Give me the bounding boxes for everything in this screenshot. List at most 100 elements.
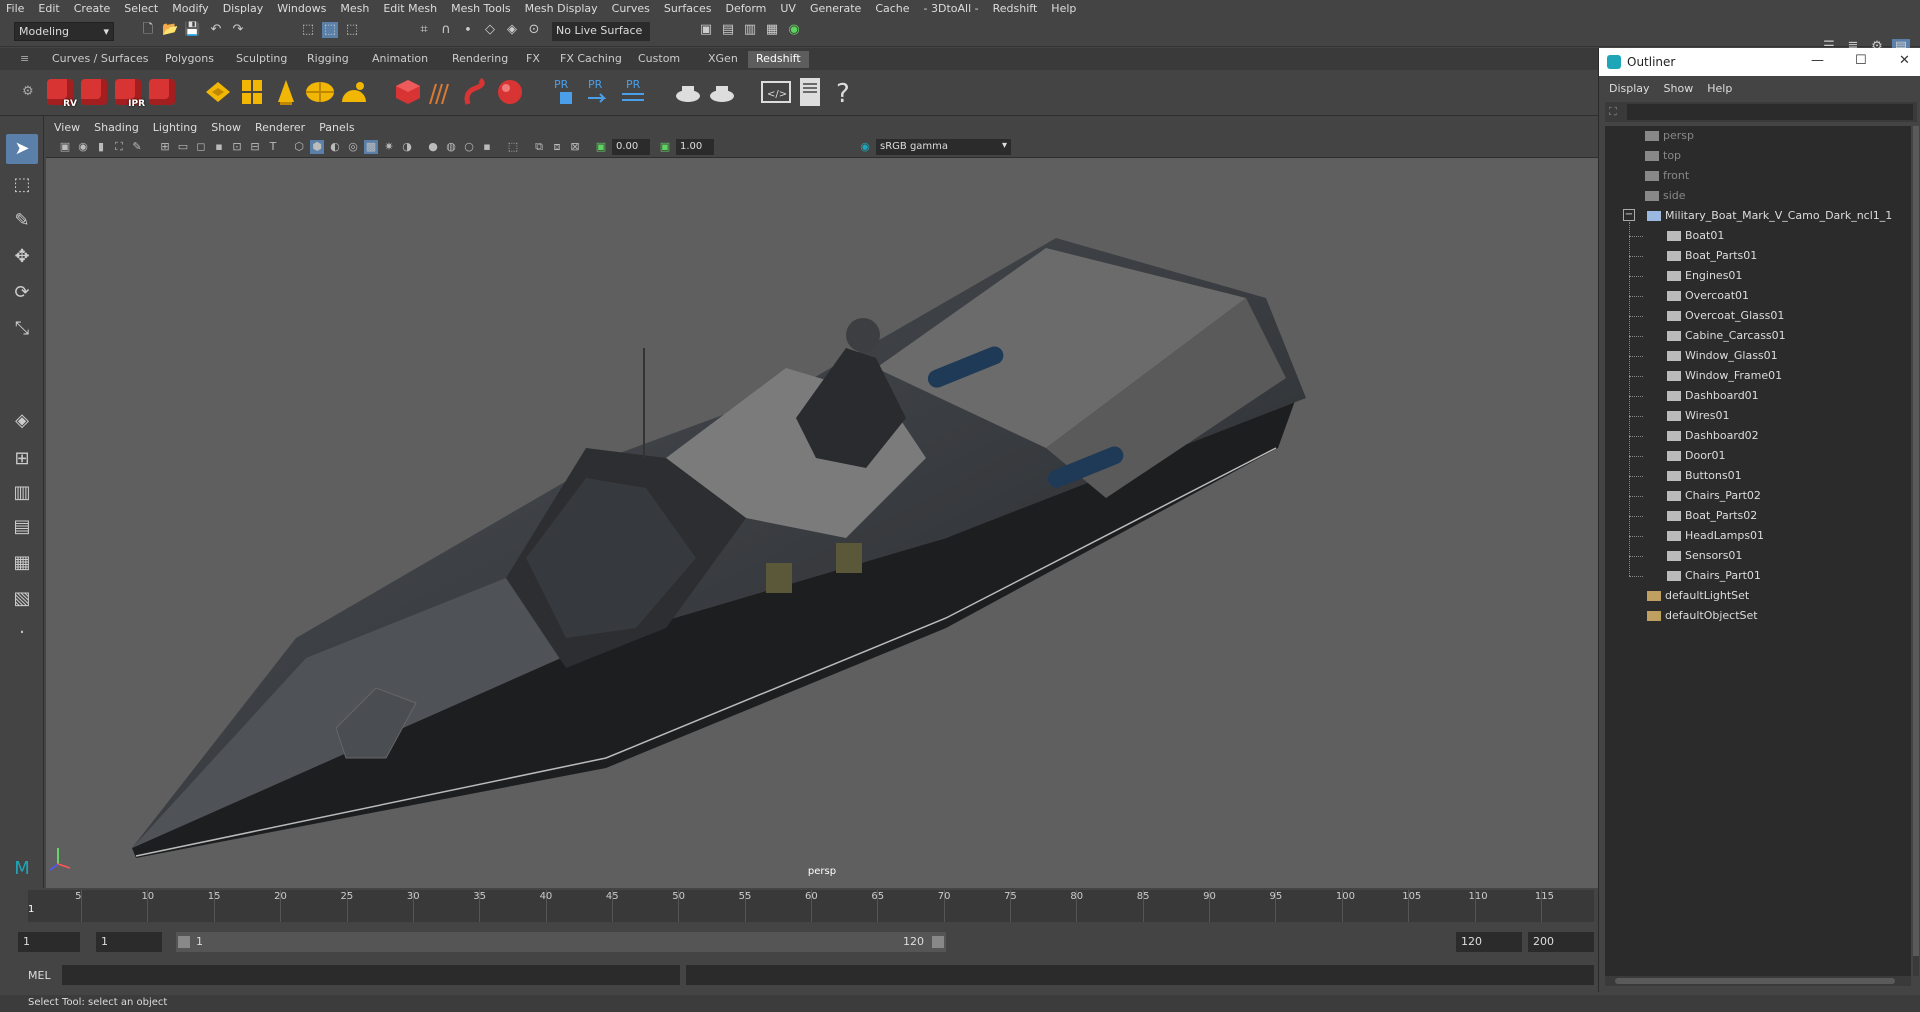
menu-create[interactable]: Create — [74, 2, 111, 15]
menu-display[interactable]: Display — [223, 2, 264, 15]
outliner-vscroll-thumb[interactable] — [1913, 126, 1919, 956]
shelf-menu-icon[interactable]: ≡ — [20, 52, 29, 65]
gamma-icon[interactable]: ▣ — [658, 140, 672, 154]
graph-layout-icon[interactable]: ▦ — [6, 548, 38, 578]
rs-teapot-icon[interactable] — [672, 76, 704, 108]
hypershade-layout-icon[interactable]: ▧ — [6, 584, 38, 614]
outliner-set-item[interactable]: defaultLightSet — [1647, 586, 1749, 606]
scale-tool-icon[interactable]: ⤡ — [6, 314, 38, 344]
outliner-camera-item[interactable]: persp — [1645, 126, 1694, 146]
minimize-icon[interactable]: — — [1811, 53, 1824, 68]
outliner-hscrollbar[interactable] — [1605, 976, 1911, 986]
menu-select[interactable]: Select — [124, 2, 158, 15]
rs-log-icon[interactable] — [794, 76, 826, 108]
rs-proxy-swap-icon[interactable]: PR — [618, 76, 650, 108]
select-tool-icon[interactable]: ➤ — [6, 134, 38, 164]
use-default-material-icon[interactable]: ◐ — [328, 140, 342, 154]
outliner-vscrollbar[interactable] — [1913, 126, 1919, 976]
two-view-layout-icon[interactable]: ▥ — [6, 478, 38, 508]
shelf-tab-redshift[interactable]: Redshift — [748, 51, 809, 68]
snap-curve-icon[interactable]: ∩ — [438, 22, 454, 38]
rs-render-view-icon[interactable]: RV — [44, 76, 77, 109]
rs-volume-icon[interactable] — [426, 76, 458, 108]
menu-redshift[interactable]: Redshift — [993, 2, 1038, 15]
redo-icon[interactable]: ↷ — [230, 22, 246, 38]
rs-dome-light-icon[interactable] — [304, 76, 336, 108]
rs-script-icon[interactable]: </> — [760, 76, 792, 108]
menu-surfaces[interactable]: Surfaces — [664, 2, 712, 15]
time-slider[interactable]: 1 5 10 15 20 25 30 35 40 45 50 55 60 65 70 75 80 85 90 95 1… — [0, 888, 1598, 924]
outliner-camera-item[interactable]: top — [1645, 146, 1681, 166]
undo-icon[interactable]: ↶ — [208, 22, 224, 38]
shelf-tab-polygons[interactable]: Polygons — [157, 51, 222, 68]
rs-render-icon[interactable] — [78, 76, 110, 108]
motion-blur-icon[interactable]: ◍ — [444, 140, 458, 154]
paint-select-icon[interactable]: ✎ — [6, 206, 38, 236]
rs-settings-icon[interactable] — [146, 76, 178, 108]
depth-of-field-icon[interactable]: ▪ — [480, 140, 494, 154]
shelf-tab-fx-caching[interactable]: FX Caching — [552, 51, 630, 68]
single-perspective-layout-icon[interactable]: ◈ — [6, 406, 38, 436]
rs-ipr-icon[interactable]: IPR — [112, 76, 145, 109]
outliner-menu-display[interactable]: Display — [1609, 82, 1650, 95]
outliner-child-item[interactable]: HeadLamps01 — [1667, 526, 1764, 546]
xray-joints-icon[interactable]: ⊠ — [568, 140, 582, 154]
shelf-tab-curves-surfaces[interactable]: Curves / Surfaces — [44, 51, 157, 68]
shelf-tab-fx[interactable]: FX — [518, 51, 548, 68]
outliner-child-item[interactable]: Window_Frame01 — [1667, 366, 1782, 386]
outliner-child-item[interactable]: Dashboard01 — [1667, 386, 1759, 406]
playback-start-field[interactable]: 1 — [96, 932, 162, 952]
outliner-child-item[interactable]: Engines01 — [1667, 266, 1742, 286]
ipr-render-icon[interactable]: ▥ — [742, 22, 758, 38]
panel-menu-view[interactable]: View — [54, 121, 80, 134]
outliner-child-item[interactable]: Door01 — [1667, 446, 1725, 466]
wireframe-icon[interactable]: ⬡ — [292, 140, 306, 154]
rs-proxy-icon[interactable] — [392, 76, 424, 108]
time-ruler[interactable]: 1 5 10 15 20 25 30 35 40 45 50 55 60 65 70 75 80 85 90 95 1… — [28, 890, 1594, 922]
shelf-tab-xgen[interactable]: XGen — [700, 51, 746, 68]
rs-proxy-import-icon[interactable]: PR — [584, 76, 616, 108]
rs-area-light-icon[interactable] — [202, 76, 234, 108]
menu-windows[interactable]: Windows — [277, 2, 326, 15]
shelf-tab-custom[interactable]: Custom — [630, 51, 688, 68]
shelf-tab-animation[interactable]: Animation — [364, 51, 436, 68]
smooth-shade-icon[interactable]: ⬢ — [310, 140, 324, 154]
shelf-settings-icon[interactable]: ⚙ — [22, 84, 34, 99]
lasso-tool-icon[interactable]: ⬚ — [6, 170, 38, 200]
panel-menu-panels[interactable]: Panels — [319, 121, 354, 134]
textured-icon[interactable]: ▩ — [364, 140, 378, 154]
safe-title-icon[interactable]: T — [266, 140, 280, 154]
safe-action-icon[interactable]: ⊟ — [248, 140, 262, 154]
shadows-icon[interactable]: ◑ — [400, 140, 414, 154]
range-end-handle[interactable] — [932, 936, 944, 948]
camera-icon[interactable]: ▣ — [58, 140, 72, 154]
menu-deform[interactable]: Deform — [725, 2, 766, 15]
rs-teapot-mat-icon[interactable] — [706, 76, 738, 108]
close-icon[interactable]: ✕ — [1899, 53, 1910, 68]
expand-layouts-icon[interactable]: · — [6, 618, 38, 648]
outliner-child-item[interactable]: Boat_Parts02 — [1667, 506, 1757, 526]
snap-view-icon[interactable]: ◇ — [482, 22, 498, 38]
filter-icon[interactable]: ⛶ — [1609, 105, 1617, 119]
move-tool-icon[interactable]: ✥ — [6, 242, 38, 272]
outliner-tree[interactable]: persp top front side − Military_Boat_Mark_V_C… — [1605, 126, 1911, 976]
outliner-child-item[interactable]: Boat_Parts01 — [1667, 246, 1757, 266]
menu-mesh[interactable]: Mesh — [340, 2, 369, 15]
use-all-lights-icon[interactable]: ✷ — [382, 140, 396, 154]
image-plane-icon[interactable]: ⛶ — [112, 140, 126, 154]
menu-cache[interactable]: Cache — [875, 2, 909, 15]
panel-menu-show[interactable]: Show — [211, 121, 241, 134]
new-scene-icon[interactable]: 🗋 — [140, 22, 156, 38]
screen-space-ao-icon[interactable]: ● — [426, 140, 440, 154]
menu-3dtoall[interactable]: - 3DtoAll - — [924, 2, 979, 15]
bookmark-icon[interactable]: ▮ — [94, 140, 108, 154]
shelf-tab-sculpting[interactable]: Sculpting — [228, 51, 295, 68]
perspective-viewport[interactable]: persp — [46, 158, 1598, 888]
outliner-child-item[interactable]: Overcoat01 — [1667, 286, 1749, 306]
outliner-hscroll-thumb[interactable] — [1615, 978, 1895, 984]
snap-grid-icon[interactable]: ⌗ — [416, 22, 432, 38]
rotate-tool-icon[interactable]: ⟳ — [6, 278, 38, 308]
isolate-select-icon[interactable]: ⬚ — [506, 140, 520, 154]
render-frame-icon[interactable]: ▣ — [698, 22, 714, 38]
four-view-layout-icon[interactable]: ⊞ — [6, 444, 38, 474]
